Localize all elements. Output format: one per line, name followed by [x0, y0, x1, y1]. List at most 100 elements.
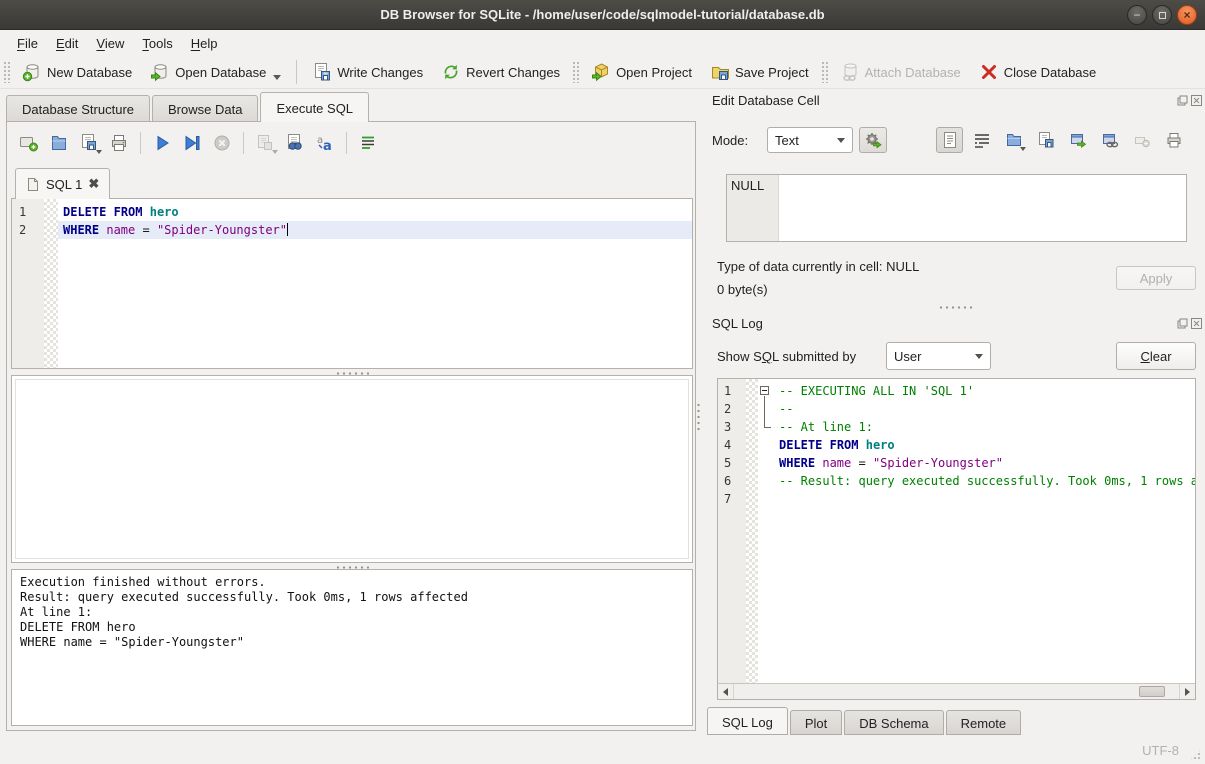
copy-link-button[interactable]: [1096, 127, 1123, 153]
minimize-button[interactable]: −: [1127, 5, 1147, 25]
tab-plot[interactable]: Plot: [790, 710, 842, 735]
float-dock-icon[interactable]: [1177, 95, 1188, 106]
menu-file[interactable]: File: [8, 32, 47, 55]
new-sql-tab-icon: [19, 133, 39, 153]
maximize-icon: [1159, 12, 1166, 19]
sql-editor-toolbar: a a: [15, 130, 382, 156]
find-replace-button[interactable]: [281, 130, 309, 156]
import-dropdown-icon[interactable]: [1020, 147, 1026, 151]
sql-tab-bar: SQL 1 ✖: [15, 168, 110, 199]
encoding-indicator[interactable]: UTF-8: [1142, 743, 1179, 758]
save-sql-dropdown-icon[interactable]: [96, 150, 102, 154]
float-dock-icon[interactable]: [1177, 318, 1188, 329]
menu-tools[interactable]: Tools: [133, 32, 181, 55]
scrollbar-thumb[interactable]: [1139, 686, 1165, 697]
results-grid[interactable]: [11, 375, 693, 563]
tab-database-structure[interactable]: Database Structure: [6, 95, 150, 122]
toolbar-separator: [346, 132, 347, 154]
clear-log-button[interactable]: Clear: [1116, 342, 1196, 370]
word-wrap-button[interactable]: [354, 130, 382, 156]
apply-label: Apply: [1140, 271, 1173, 286]
panel-splitter[interactable]: [697, 402, 700, 432]
sql-1-tab[interactable]: SQL 1 ✖: [15, 168, 110, 199]
write-changes-button[interactable]: Write Changes: [303, 59, 432, 85]
menu-edit[interactable]: Edit: [47, 32, 87, 55]
sql-document-icon: [26, 177, 40, 192]
open-project-button[interactable]: Open Project: [582, 59, 701, 85]
chevron-down-icon: [837, 138, 845, 143]
menubar: File Edit View Tools Help: [0, 30, 1205, 56]
log-margin: [746, 379, 758, 683]
copy-link-icon: [1101, 131, 1119, 149]
open-database-button[interactable]: Open Database: [141, 59, 290, 85]
execution-message-pane[interactable]: Execution finished without errors.Result…: [11, 569, 693, 726]
close-button[interactable]: ×: [1177, 5, 1197, 25]
resize-grip[interactable]: [1189, 748, 1202, 761]
toolbar-separator: [243, 132, 244, 154]
svg-text:a: a: [323, 139, 332, 153]
new-sql-tab-button[interactable]: [15, 130, 43, 156]
tab-execute-sql[interactable]: Execute SQL: [260, 92, 369, 122]
cell-value-editor[interactable]: NULL: [726, 174, 1187, 242]
mode-label: Mode:: [712, 133, 748, 148]
log-horizontal-scrollbar[interactable]: [718, 683, 1195, 699]
text-mode-button[interactable]: [936, 127, 963, 153]
set-null-icon: [1133, 131, 1151, 149]
editor-code[interactable]: DELETE FROM heroWHERE name = "Spider-You…: [58, 199, 692, 368]
import-data-button[interactable]: [1000, 127, 1027, 153]
cell-value: NULL: [727, 175, 779, 241]
log-fold-margin[interactable]: [758, 379, 774, 683]
close-database-button[interactable]: Close Database: [970, 59, 1106, 85]
maximize-button[interactable]: [1152, 5, 1172, 25]
auto-apply-button[interactable]: [859, 127, 887, 153]
tab-remote[interactable]: Remote: [946, 710, 1022, 735]
sql-log-view[interactable]: 1234567 -- EXECUTING ALL IN 'SQL 1'---- …: [717, 378, 1196, 700]
save-sql-file-button[interactable]: [75, 130, 103, 156]
mode-select[interactable]: Text: [767, 127, 853, 153]
scroll-left-arrow[interactable]: [718, 684, 734, 699]
menu-help[interactable]: Help: [182, 32, 227, 55]
set-null-button: [1128, 127, 1155, 153]
open-database-dropdown-icon[interactable]: [273, 75, 281, 80]
execute-current-line-icon: [182, 133, 202, 153]
revert-changes-button[interactable]: Revert Changes: [432, 59, 569, 85]
save-project-icon: [710, 62, 730, 82]
close-dock-icon[interactable]: [1191, 95, 1202, 106]
tab-browse-data[interactable]: Browse Data: [152, 95, 258, 122]
dock-splitter[interactable]: [938, 306, 972, 309]
database-new-icon: [22, 62, 42, 82]
execute-all-icon: [152, 133, 172, 153]
close-database-icon: [979, 62, 999, 82]
word-wrap-icon: [973, 131, 991, 149]
sql-log-title: SQL Log: [712, 316, 763, 331]
revert-changes-label: Revert Changes: [466, 65, 560, 80]
close-sql-tab-icon[interactable]: ✖: [88, 176, 99, 192]
open-in-external-button[interactable]: [1064, 127, 1091, 153]
open-sql-file-button[interactable]: [45, 130, 73, 156]
print-icon: [1165, 131, 1183, 149]
close-dock-icon[interactable]: [1191, 318, 1202, 329]
scroll-right-arrow[interactable]: [1179, 684, 1195, 699]
save-project-button[interactable]: Save Project: [701, 59, 818, 85]
tab-db-schema[interactable]: DB Schema: [844, 710, 943, 735]
execute-current-line-button[interactable]: [178, 130, 206, 156]
menu-view[interactable]: View: [87, 32, 133, 55]
export-data-icon: [1037, 131, 1055, 149]
execute-all-button[interactable]: [148, 130, 176, 156]
main-toolbar: New Database Open Database Write Changes…: [0, 56, 1205, 89]
print-cell-button[interactable]: [1160, 127, 1187, 153]
log-filter-select[interactable]: User: [886, 342, 991, 370]
save-project-label: Save Project: [735, 65, 809, 80]
export-data-button[interactable]: [1032, 127, 1059, 153]
revert-changes-icon: [441, 62, 461, 82]
cell-word-wrap-button[interactable]: [968, 127, 995, 153]
open-in-external-icon: [1069, 131, 1087, 149]
sql-editor[interactable]: 12 DELETE FROM heroWHERE name = "Spider-…: [11, 198, 693, 369]
open-sql-file-icon: [49, 133, 69, 153]
tab-sql-log[interactable]: SQL Log: [707, 707, 788, 735]
print-sql-button[interactable]: [105, 130, 133, 156]
new-database-button[interactable]: New Database: [13, 59, 141, 85]
toolbar-separator: [140, 132, 141, 154]
auto-format-button[interactable]: a a: [311, 130, 339, 156]
cell-editor-toolbar: [936, 127, 1187, 153]
